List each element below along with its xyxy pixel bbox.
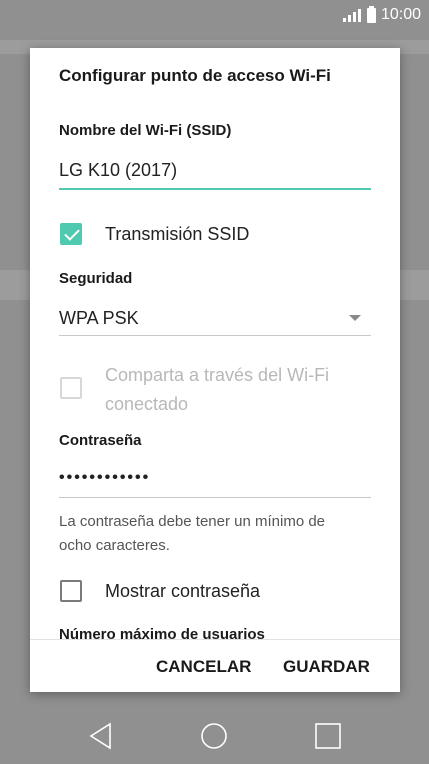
security-label: Seguridad [59, 270, 133, 287]
cancel-button[interactable]: CANCELAR [156, 657, 251, 677]
share-wifi-label: Comparta a través del Wi-Fi conectado [105, 361, 329, 419]
dialog-title: Configurar punto de acceso Wi-Fi [59, 66, 331, 85]
status-time: 10:00 [380, 6, 421, 23]
battery-icon [366, 5, 376, 23]
password-helper-line1: La contraseña debe tener un mínimo de [59, 513, 326, 530]
ssid-input-underline [59, 188, 371, 190]
broadcast-ssid-checkbox[interactable] [60, 223, 82, 245]
recents-icon[interactable] [314, 722, 342, 750]
chevron-down-icon[interactable] [349, 315, 361, 321]
security-underline [59, 335, 371, 336]
share-wifi-label-line2: conectado [105, 394, 189, 414]
screen: 10:00 Configurar punto de acceso Wi-Fi N… [0, 0, 429, 764]
navigation-bar [0, 708, 429, 764]
share-wifi-checkbox [60, 377, 82, 399]
signal-icon [342, 8, 361, 22]
dialog-footer: CANCELAR GUARDAR [30, 639, 400, 692]
ssid-label: Nombre del Wi-Fi (SSID) [59, 122, 232, 139]
show-password-label[interactable]: Mostrar contraseña [105, 581, 260, 602]
broadcast-ssid-label[interactable]: Transmisión SSID [105, 224, 249, 245]
home-icon[interactable] [200, 722, 228, 750]
password-helper-line2: ocho caracteres. [59, 537, 170, 554]
ssid-input[interactable]: LG K10 (2017) [59, 160, 177, 181]
status-bar: 10:00 [0, 0, 429, 30]
back-icon[interactable] [88, 722, 114, 750]
password-helper-text: La contraseña debe tener un mínimo de oc… [59, 510, 379, 558]
password-underline [59, 497, 371, 498]
hotspot-dialog: Configurar punto de acceso Wi-Fi Nombre … [30, 48, 400, 692]
password-input[interactable]: •••••••••••• [59, 469, 150, 487]
security-select[interactable]: WPA PSK [59, 308, 139, 329]
save-button[interactable]: GUARDAR [283, 657, 370, 677]
password-label: Contraseña [59, 432, 142, 449]
show-password-checkbox[interactable] [60, 580, 82, 602]
share-wifi-label-line1: Comparta a través del Wi-Fi [105, 365, 330, 385]
